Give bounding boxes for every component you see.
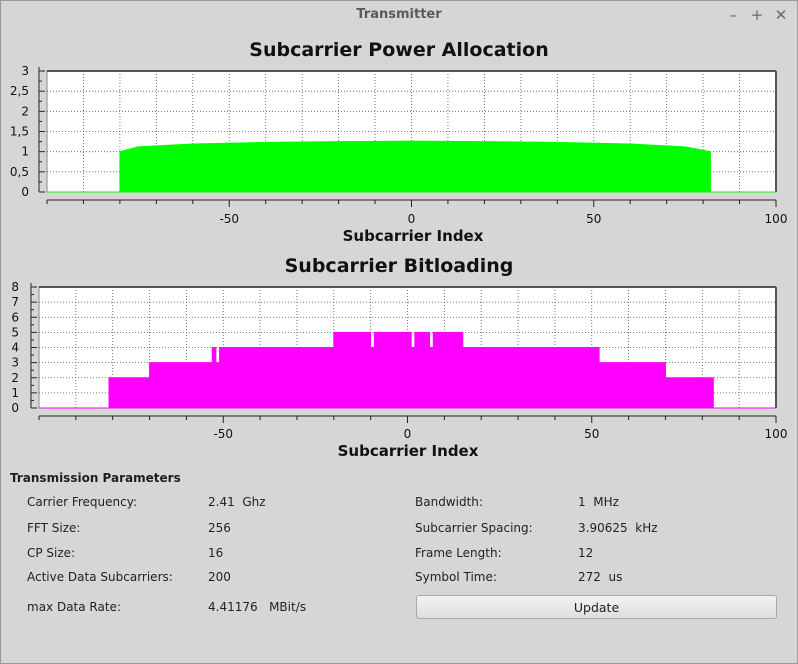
bitload-y-tick-label: 5 — [11, 325, 19, 339]
frame-length-value: 12 — [578, 546, 594, 560]
fft-size-value: 256 — [208, 521, 231, 535]
transmission-parameters-heading: Transmission Parameters — [10, 471, 181, 485]
bitload-y-tick-label: 3 — [11, 356, 19, 370]
subcarrier-spacing-value: 3.90625 kHz — [578, 521, 658, 535]
cp-size-label: CP Size: — [27, 546, 76, 560]
bitload-x-tick-label: 0 — [404, 427, 412, 441]
carrier-frequency-value: 2.41 Ghz — [208, 495, 266, 509]
power-x-tick-label: 50 — [586, 212, 601, 226]
bitload-y-tick-label: 6 — [11, 310, 19, 324]
power-y-tick-label: 1 — [21, 145, 29, 159]
power-y-tick-label: 3 — [21, 64, 29, 78]
power-y-tick-label: 1,5 — [10, 125, 29, 139]
power-y-tick-label: 2,5 — [10, 84, 29, 98]
bitload-y-tick-label: 1 — [11, 386, 19, 400]
power-x-tick-label: -50 — [219, 212, 239, 226]
bitload-x-tick-label: 50 — [584, 427, 599, 441]
symbol-time-value: 272 us — [578, 570, 623, 584]
subcarrier-spacing-label: Subcarrier Spacing: — [415, 521, 533, 535]
power-x-tick-label: 0 — [408, 212, 416, 226]
bitload-y-tick-label: 7 — [11, 295, 19, 309]
power-x-axis-label: Subcarrier Index — [342, 227, 484, 245]
bandwidth-value: 1 MHz — [578, 495, 619, 509]
bitload-y-tick-label: 4 — [11, 341, 19, 355]
bitload-x-tick-label: 100 — [765, 427, 788, 441]
power-x-tick-label: 100 — [765, 212, 788, 226]
cp-size-value: 16 — [208, 546, 224, 560]
plots-canvas: 00,511,522,53-50 0 50 100012345678-50 0 50 100 — [10, 64, 788, 441]
power-y-tick-label: 2 — [21, 104, 29, 118]
bandwidth-label: Bandwidth: — [415, 495, 483, 509]
carrier-frequency-label: Carrier Frequency: — [27, 495, 138, 509]
bitload-y-tick-label: 8 — [11, 280, 19, 294]
max-data-rate-label: max Data Rate: — [27, 600, 121, 614]
fft-size-label: FFT Size: — [27, 521, 81, 535]
power-series-area — [47, 140, 776, 193]
symbol-time-label: Symbol Time: — [415, 570, 497, 584]
update-button[interactable]: Update — [416, 595, 777, 619]
max-data-rate-value: 4.41176 MBit/s — [208, 600, 306, 614]
bitload-y-tick-label: 0 — [11, 401, 19, 415]
bitload-y-tick-label: 2 — [11, 371, 19, 385]
active-data-subcarriers-label: Active Data Subcarriers: — [27, 570, 173, 584]
active-data-subcarriers-value: 200 — [208, 570, 231, 584]
frame-length-label: Frame Length: — [415, 546, 502, 560]
power-y-tick-label: 0 — [21, 185, 29, 199]
bitload-x-axis-label: Subcarrier Index — [337, 442, 479, 460]
bitload-x-tick-label: -50 — [213, 427, 233, 441]
power-y-tick-label: 0,5 — [10, 165, 29, 179]
